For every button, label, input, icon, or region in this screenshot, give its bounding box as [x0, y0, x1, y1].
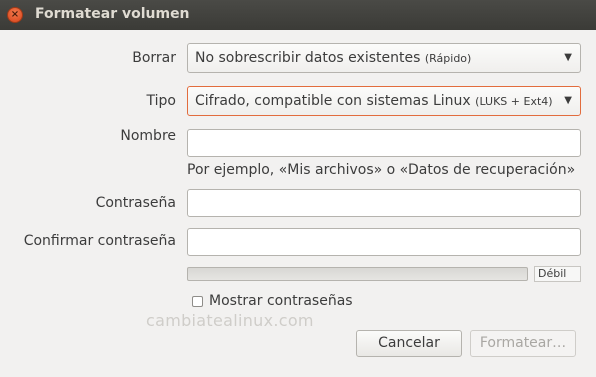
- password-strength-label: Débil: [534, 266, 581, 282]
- format-button[interactable]: Formatear…: [470, 330, 576, 357]
- window-title: Formatear volumen: [35, 6, 190, 22]
- nombre-label: Nombre: [120, 128, 176, 144]
- chevron-down-icon: ▼: [564, 95, 572, 106]
- confirmar-contrasena-label: Confirmar contraseña: [23, 233, 176, 249]
- contrasena-label: Contraseña: [95, 195, 176, 211]
- watermark: cambiatealinux.com: [146, 311, 314, 330]
- tipo-combobox[interactable]: Cifrado, compatible con sistemas Linux (…: [187, 86, 581, 116]
- close-icon[interactable]: ×: [7, 7, 23, 23]
- borrar-value: No sobrescribir datos existentes: [195, 50, 425, 66]
- password-strength-bar: [187, 267, 528, 281]
- borrar-combobox[interactable]: No sobrescribir datos existentes (Rápido…: [187, 43, 581, 73]
- title-bar: × Formatear volumen: [0, 0, 596, 30]
- tipo-value: Cifrado, compatible con sistemas Linux: [195, 93, 476, 109]
- contrasena-input[interactable]: [187, 189, 581, 217]
- cancel-button[interactable]: Cancelar: [356, 330, 462, 357]
- tipo-value-detail: (LUKS + Ext4): [475, 95, 553, 108]
- show-passwords-label[interactable]: Mostrar contraseñas: [209, 293, 353, 309]
- nombre-hint: Por ejemplo, «Mis archivos» o «Datos de …: [187, 162, 576, 178]
- borrar-label: Borrar: [132, 50, 176, 66]
- show-passwords-checkbox[interactable]: [192, 296, 203, 307]
- confirmar-contrasena-input[interactable]: [187, 228, 581, 256]
- nombre-input[interactable]: [187, 129, 581, 157]
- borrar-value-detail: (Rápido): [424, 52, 472, 65]
- tipo-label: Tipo: [146, 93, 176, 109]
- chevron-down-icon: ▼: [564, 52, 572, 63]
